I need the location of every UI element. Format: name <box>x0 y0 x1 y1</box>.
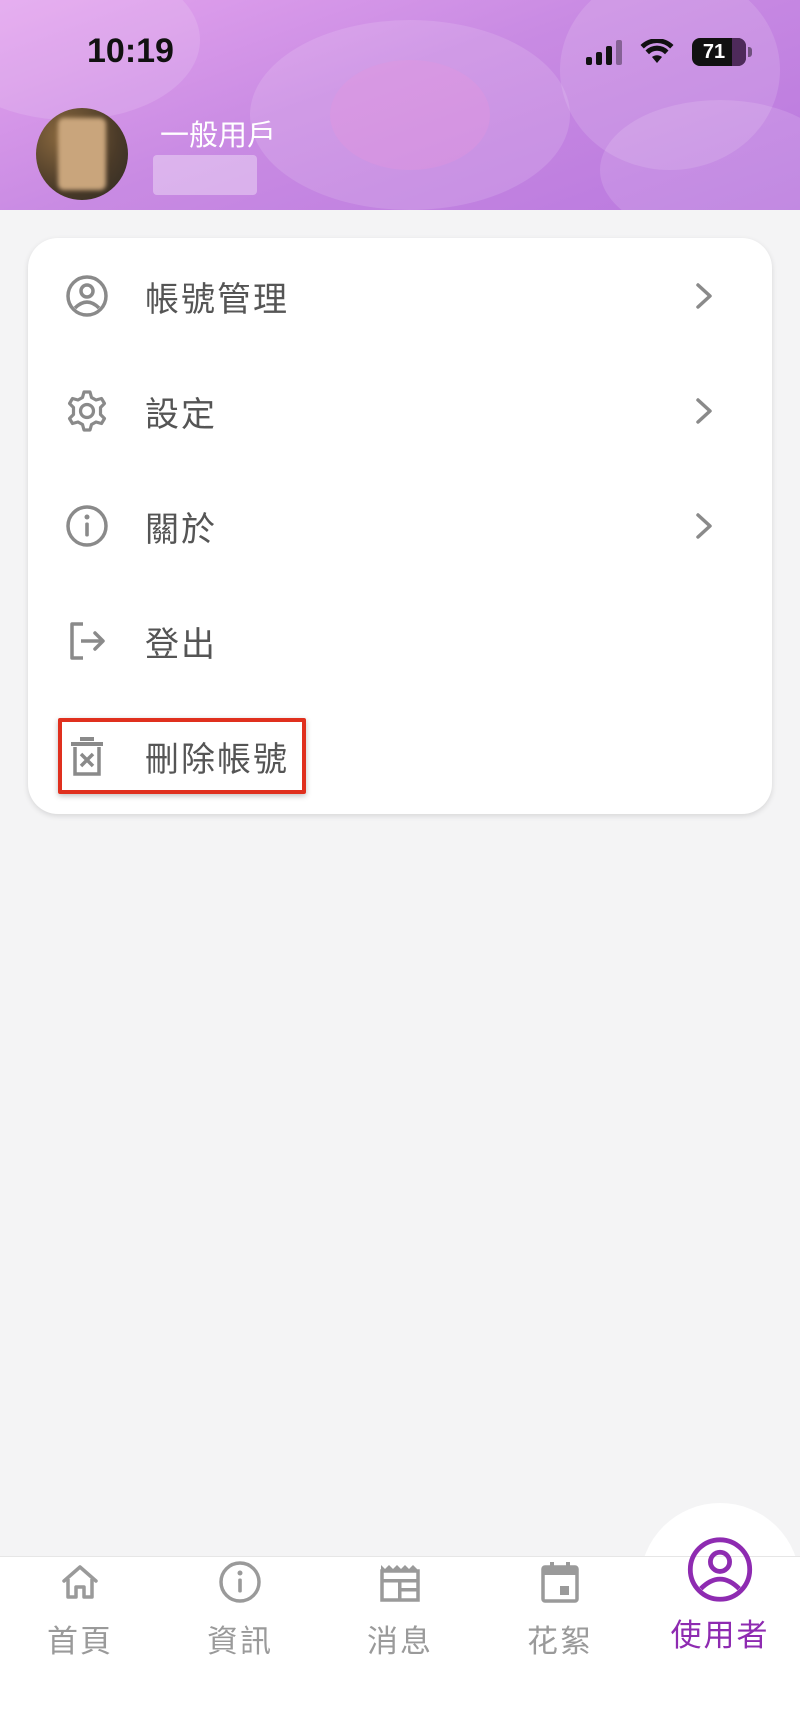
menu-item-label: 設定 <box>145 394 217 435</box>
username: 一般用戶 <box>160 118 277 152</box>
status-time: 10:19 <box>87 32 174 70</box>
newspaper-icon <box>380 1565 420 1602</box>
cellular-signal-icon <box>586 39 622 65</box>
tab-label: 花絮 <box>527 1624 593 1660</box>
user-circle-icon <box>64 273 110 319</box>
tab-label: 首頁 <box>47 1624 113 1660</box>
chevron-right-icon <box>696 398 712 424</box>
tab-label: 使用者 <box>670 1618 770 1654</box>
status-icons: 71 <box>586 38 752 66</box>
tab-label: 消息 <box>367 1624 433 1660</box>
avatar[interactable] <box>36 108 128 200</box>
info-icon <box>219 1561 261 1603</box>
logout-icon <box>64 618 110 664</box>
menu-item-label: 登出 <box>145 624 217 665</box>
status-bar: 10:19 71 <box>0 0 800 100</box>
tab-label: 資訊 <box>207 1624 273 1660</box>
profile-header: 10:19 71 一般用戶 <box>0 0 800 210</box>
menu-item-account-management[interactable]: 帳號管理 <box>28 246 772 346</box>
info-icon <box>64 503 110 549</box>
calendar-icon <box>541 1562 579 1603</box>
tab-info[interactable]: 資訊 <box>160 1560 320 1680</box>
gear-icon <box>64 388 110 434</box>
user-circle-icon <box>687 1537 753 1602</box>
tab-user[interactable]: 使用者 <box>640 1535 800 1655</box>
home-icon <box>62 1565 98 1599</box>
menu-card: 帳號管理 設定 關於 登出 刪除帳號 <box>28 238 772 814</box>
battery-level: 71 <box>702 40 726 63</box>
tab-home[interactable]: 首頁 <box>0 1560 160 1680</box>
user-id-redacted <box>153 155 257 195</box>
menu-item-settings[interactable]: 設定 <box>28 361 772 461</box>
menu-item-label: 關於 <box>145 509 217 550</box>
menu-item-logout[interactable]: 登出 <box>28 591 772 691</box>
chevron-right-icon <box>696 513 712 539</box>
menu-item-label: 帳號管理 <box>145 279 289 320</box>
delete-account-highlight-box <box>58 718 306 794</box>
tab-news[interactable]: 消息 <box>320 1560 480 1680</box>
menu-item-about[interactable]: 關於 <box>28 476 772 576</box>
battery-icon: 71 <box>692 38 752 66</box>
chevron-right-icon <box>696 283 712 309</box>
wifi-icon <box>640 39 674 63</box>
tab-highlights[interactable]: 花絮 <box>480 1560 640 1680</box>
